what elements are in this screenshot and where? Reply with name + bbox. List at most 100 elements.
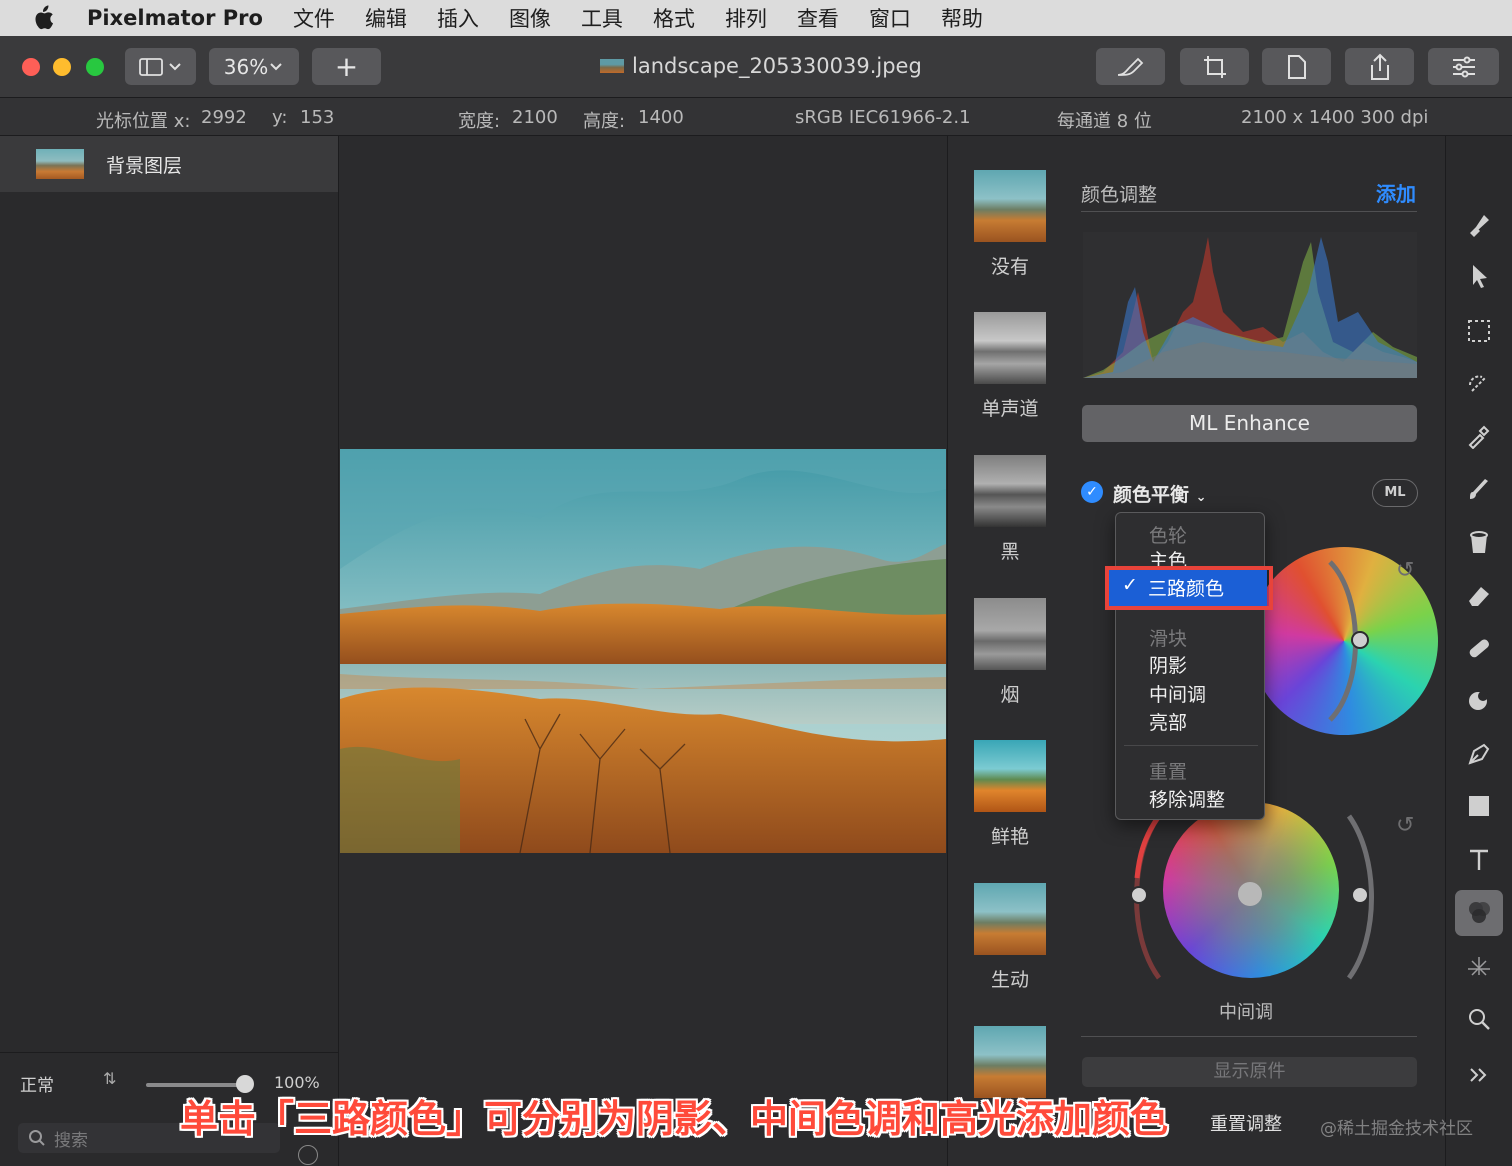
add-button[interactable]: + <box>312 48 381 85</box>
tutorial-caption: 单击「三路颜色」可分别为阴影、中间色调和高光添加颜色 <box>180 1097 1169 1141</box>
menu-item-midtones[interactable]: 中间调 <box>1149 680 1206 707</box>
updown-chevron-icon[interactable]: ⇅ <box>103 1069 116 1088</box>
export-file-button[interactable] <box>1262 48 1331 85</box>
shadows-intensity-knob[interactable] <box>1351 631 1369 649</box>
menu-item-shadows[interactable]: 阴影 <box>1149 651 1187 678</box>
menu-item-reset[interactable]: 重置 <box>1149 757 1187 784</box>
ml-color-balance-button[interactable]: ML <box>1372 479 1418 507</box>
brush-fill-icon <box>1470 215 1489 237</box>
minimize-window-button[interactable] <box>53 58 71 76</box>
menu-item-highlights[interactable]: 亮部 <box>1149 708 1187 735</box>
paint-tool[interactable] <box>1461 472 1497 508</box>
menu-header-sliders: 滑块 <box>1149 628 1188 650</box>
annotation-highlight-box <box>1105 566 1273 610</box>
paint-bucket-icon <box>1470 531 1488 553</box>
sphere-distort-icon <box>1469 691 1488 710</box>
magic-select-icon <box>1469 375 1487 392</box>
zoom-window-button[interactable] <box>86 58 104 76</box>
reset-adjustments-button[interactable]: 重置调整 <box>1210 1110 1282 1136</box>
menu-arrange[interactable]: 排列 <box>725 3 767 33</box>
arrange-tool[interactable] <box>1461 258 1497 294</box>
square-shape-icon <box>1469 796 1489 816</box>
text-icon <box>1470 849 1488 870</box>
preset-vivid[interactable]: 鲜艳 <box>974 740 1046 849</box>
preset-smoke[interactable]: 烟 <box>974 598 1046 707</box>
color-picker-tool[interactable] <box>1461 418 1497 454</box>
midtones-color-knob[interactable] <box>1238 882 1262 906</box>
menu-header-wheels: 色轮 <box>1149 525 1188 547</box>
color-balance-title[interactable]: 颜色平衡 ⌄ <box>1113 480 1207 507</box>
menu-view[interactable]: 查看 <box>797 3 839 33</box>
cursor-x-label: 光标位置 x: <box>96 111 191 132</box>
color-profile: sRGB IEC61966-2.1 <box>795 107 971 128</box>
zoom-dropdown[interactable]: 36% <box>209 48 299 85</box>
more-tools-button[interactable] <box>1461 1057 1497 1093</box>
distort-tool[interactable] <box>1461 682 1497 718</box>
zoom-tool[interactable] <box>1461 1001 1497 1037</box>
histogram <box>1083 232 1417 378</box>
menu-file[interactable]: 文件 <box>293 3 335 33</box>
menu-item-remove-adjustment[interactable]: 移除调整 <box>1149 785 1225 812</box>
preset-mono[interactable]: 单声道 <box>974 312 1046 421</box>
pen-tool[interactable] <box>1461 736 1497 772</box>
menu-edit[interactable]: 编辑 <box>365 3 407 33</box>
midtones-left-knob[interactable] <box>1130 886 1148 904</box>
apple-menu-icon[interactable] <box>32 5 62 31</box>
width-label: 宽度: <box>458 111 501 132</box>
ml-enhance-button[interactable]: ML Enhance <box>1082 405 1417 442</box>
pen-nib-icon <box>1468 743 1490 765</box>
canvas-area[interactable] <box>340 136 946 1166</box>
adjustments-button[interactable] <box>1428 48 1499 85</box>
style-tool[interactable] <box>1461 206 1497 242</box>
menu-image[interactable]: 图像 <box>509 3 551 33</box>
retouch-tool[interactable] <box>1461 630 1497 666</box>
landscape-photo[interactable] <box>340 449 946 853</box>
menu-help[interactable]: 帮助 <box>941 3 983 33</box>
quick-selection-tool[interactable] <box>1461 366 1497 402</box>
preset-label: 生动 <box>990 969 1029 991</box>
color-adjust-tool[interactable] <box>1461 895 1497 931</box>
layer-options-icon[interactable] <box>298 1145 318 1165</box>
app-menu[interactable]: Pixelmator Pro <box>87 6 263 30</box>
search-placeholder: 搜索 <box>54 1130 88 1151</box>
chevron-down-icon <box>270 62 282 70</box>
type-tool[interactable] <box>1461 842 1497 878</box>
close-window-button[interactable] <box>22 58 40 76</box>
menu-window[interactable]: 窗口 <box>869 3 911 33</box>
preset-black[interactable]: 黑 <box>974 455 1046 564</box>
preset-none[interactable]: 没有 <box>974 170 1046 279</box>
fill-tool[interactable] <box>1461 524 1497 560</box>
selection-tool[interactable] <box>1461 313 1497 349</box>
color-balance-mode-menu: 色轮 主色 滑块 阴影 中间调 亮部 重置 移除调整 <box>1115 512 1265 820</box>
color-adjust-icon <box>1469 902 1490 923</box>
reset-shadows-icon[interactable]: ↺ <box>1396 558 1414 583</box>
eyedropper-icon <box>1468 425 1490 449</box>
midtones-right-knob[interactable] <box>1351 886 1369 904</box>
cursor-y-value: 153 <box>300 107 335 128</box>
menu-format[interactable]: 格式 <box>653 3 695 33</box>
presets-column: 没有 单声道 黑 烟 鲜艳 生动 <box>947 136 1069 1166</box>
share-button[interactable] <box>1345 48 1414 85</box>
divider <box>1081 211 1417 212</box>
menu-tools[interactable]: 工具 <box>581 3 623 33</box>
add-adjustment-button[interactable]: 添加 <box>1376 178 1416 207</box>
show-original-button[interactable]: 显示原件 <box>1082 1057 1417 1087</box>
blend-mode-select[interactable]: 正常 <box>20 1071 54 1096</box>
marquee-select-icon <box>1468 320 1490 342</box>
sidebar-toggle-button[interactable] <box>125 48 196 85</box>
menu-insert[interactable]: 插入 <box>437 3 479 33</box>
reset-midtones-icon[interactable]: ↺ <box>1396 813 1414 838</box>
color-balance-label: 颜色平衡 <box>1113 484 1190 506</box>
shape-tool[interactable] <box>1461 788 1497 824</box>
effects-tool[interactable] <box>1461 948 1497 984</box>
document-icon <box>1287 54 1306 79</box>
crop-button[interactable] <box>1180 48 1249 85</box>
search-icon <box>29 1130 45 1146</box>
opacity-slider[interactable] <box>146 1083 246 1087</box>
color-balance-enabled-checkbox[interactable]: ✓ <box>1081 481 1103 503</box>
preset-label: 没有 <box>990 256 1029 278</box>
erase-tool[interactable] <box>1461 578 1497 614</box>
layer-row[interactable]: 背景图层 <box>0 136 338 192</box>
markup-button[interactable] <box>1096 48 1165 85</box>
preset-lively[interactable]: 生动 <box>974 883 1046 992</box>
